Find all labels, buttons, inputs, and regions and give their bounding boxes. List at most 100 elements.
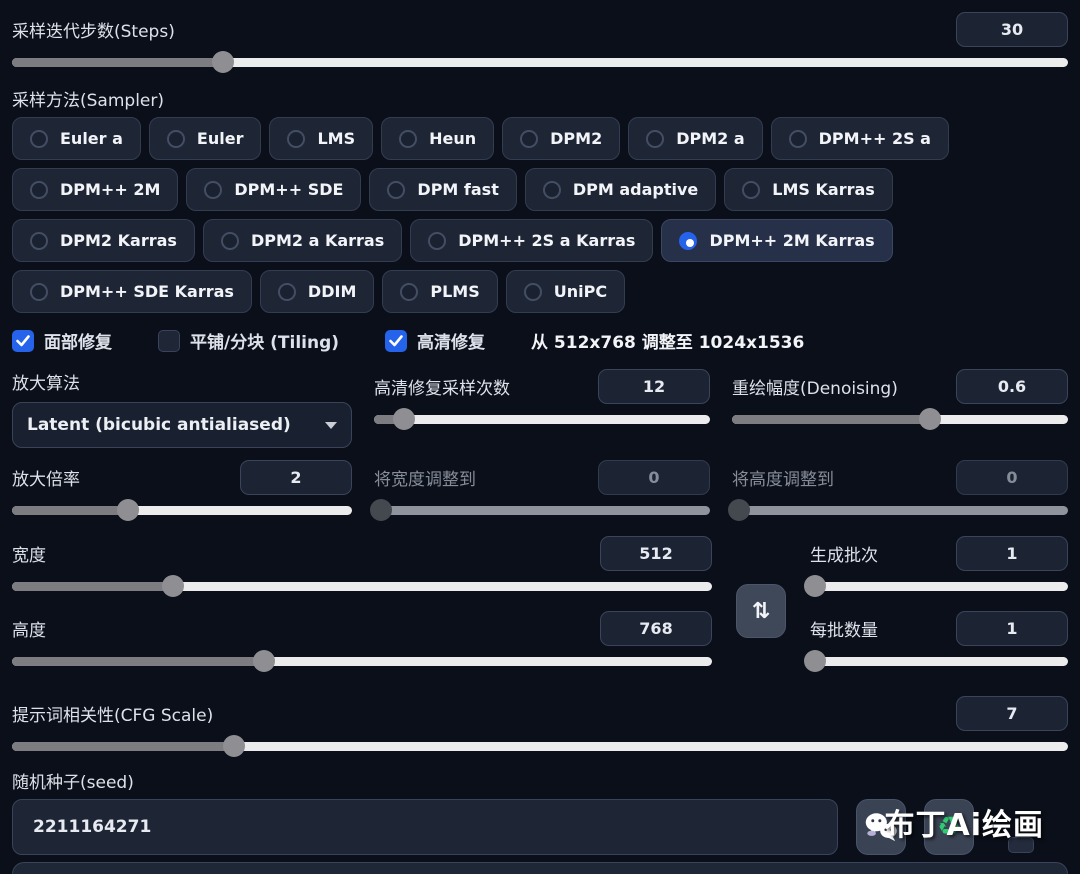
slider-thumb[interactable] <box>919 408 942 430</box>
batch-size-slider[interactable] <box>804 649 1068 673</box>
slider-track <box>810 657 1068 666</box>
slider-thumb[interactable] <box>393 408 416 430</box>
slider-thumb[interactable] <box>212 51 235 73</box>
radio-icon <box>30 282 48 301</box>
batch-count-label: 生成批次 <box>810 546 878 566</box>
radio-icon <box>30 180 48 199</box>
sampler-option-dpm-2m[interactable]: DPM++ 2M <box>12 168 179 211</box>
height-slider[interactable] <box>12 649 712 673</box>
steps-field: 采样迭代步数(Steps) 30 <box>12 12 1068 47</box>
radio-icon <box>220 231 239 250</box>
upscale-by-slider[interactable] <box>12 498 352 522</box>
sampler-option-unipc[interactable]: UniPC <box>505 270 626 313</box>
slider-thumb[interactable] <box>116 499 139 521</box>
sampler-option-label: DPM fast <box>417 180 499 199</box>
slider-thumb[interactable] <box>804 575 827 597</box>
slider-thumb[interactable] <box>804 650 827 672</box>
sampler-option-euler[interactable]: Euler <box>148 117 262 160</box>
checkbox-icon <box>12 329 34 352</box>
seed-label: 随机种子(seed) <box>12 773 134 793</box>
sampler-option-dpm-2m-karras[interactable]: DPM++ 2M Karras <box>661 219 893 262</box>
swap-dimensions-button[interactable]: ⇅ <box>736 584 786 638</box>
seed-input[interactable] <box>12 799 838 855</box>
sampler-option-plms[interactable]: PLMS <box>382 270 498 313</box>
hires-steps-slider[interactable] <box>374 407 710 431</box>
sampler-option-label: PLMS <box>430 282 480 301</box>
seed-extra-toggle[interactable] <box>1008 837 1034 853</box>
sampler-option-label: DPM++ 2M <box>60 180 161 199</box>
slider-fill <box>12 58 224 67</box>
radio-icon <box>166 129 185 148</box>
width-value-input[interactable]: 512 <box>600 536 712 571</box>
sampler-option-label: DPM2 a Karras <box>250 231 385 250</box>
resize-width-slider <box>369 498 710 522</box>
denoising-value-input[interactable]: 0.6 <box>956 369 1068 404</box>
slider-thumb <box>727 499 750 521</box>
reuse-seed-button[interactable]: ♻ <box>924 799 974 855</box>
radio-icon <box>523 282 542 301</box>
width-slider[interactable] <box>12 574 712 598</box>
sampler-option-heun[interactable]: Heun <box>381 117 495 160</box>
sampler-option-euler-a[interactable]: Euler a <box>12 117 141 160</box>
batch-size-field: 每批数量 1 <box>804 611 1068 673</box>
sampler-option-ddim[interactable]: DDIM <box>259 270 375 313</box>
batch-count-value-input[interactable]: 1 <box>956 536 1068 571</box>
sampler-option-lms[interactable]: LMS <box>269 117 374 160</box>
sampler-option-label: DPM++ 2S a Karras <box>458 231 636 250</box>
batch-size-value-input[interactable]: 1 <box>956 611 1068 646</box>
batch-count-slider[interactable] <box>804 574 1068 598</box>
sampler-option-label: LMS Karras <box>772 180 875 199</box>
upscaler-field: 放大算法 Latent (bicubic antialiased) <box>12 369 352 448</box>
cfg-value-input[interactable]: 7 <box>956 696 1068 731</box>
slider-thumb[interactable] <box>222 735 245 757</box>
sampler-option-dpm-fast[interactable]: DPM fast <box>369 168 517 211</box>
sampler-option-dpm-2s-a[interactable]: DPM++ 2S a <box>770 117 949 160</box>
checkbox-icon <box>158 329 180 352</box>
sampler-option-label: Euler a <box>60 129 123 148</box>
cfg-slider[interactable] <box>12 734 1068 758</box>
cfg-label: 提示词相关性(CFG Scale) <box>12 706 214 726</box>
sampler-option-label: DPM2 Karras <box>60 231 177 250</box>
sampler-option-dpm-sde[interactable]: DPM++ SDE <box>186 168 362 211</box>
slider-thumb[interactable] <box>253 650 275 672</box>
tiling-checkbox[interactable]: 平铺/分块 (Tiling) <box>158 328 339 353</box>
resize-height-field: 将高度调整到 0 <box>727 460 1068 522</box>
sampler-label: 采样方法(Sampler) <box>12 91 164 111</box>
sampler-option-dpm2[interactable]: DPM2 <box>502 117 621 160</box>
restore-faces-checkbox[interactable]: 面部修复 <box>12 328 112 353</box>
denoising-label: 重绘幅度(Denoising) <box>732 379 898 399</box>
radio-icon <box>30 231 48 250</box>
radio-icon <box>399 129 418 148</box>
denoising-slider[interactable] <box>732 407 1068 431</box>
radio-icon <box>742 180 761 199</box>
sampler-option-dpm2-a[interactable]: DPM2 a <box>628 117 763 160</box>
slider-thumb <box>369 499 392 521</box>
sampler-option-dpm-adaptive[interactable]: DPM adaptive <box>524 168 717 211</box>
upscale-by-label: 放大倍率 <box>12 470 80 490</box>
sampler-option-dpm2-a-karras[interactable]: DPM2 a Karras <box>202 219 403 262</box>
chevron-down-icon <box>325 421 337 429</box>
check-icon <box>16 334 30 346</box>
radio-selected-icon <box>679 231 698 250</box>
sampler-option-dpm-2s-a-karras[interactable]: DPM++ 2S a Karras <box>410 219 654 262</box>
steps-slider[interactable] <box>12 50 1068 74</box>
random-seed-button[interactable] <box>856 799 906 855</box>
seed-row: ♻ <box>12 799 1068 855</box>
height-value-input[interactable]: 768 <box>600 611 712 646</box>
resize-width-label: 将宽度调整到 <box>374 470 476 490</box>
steps-value-input[interactable]: 30 <box>956 12 1068 47</box>
radio-icon <box>277 282 296 301</box>
upscaler-label: 放大算法 <box>12 374 80 394</box>
sampler-option-dpm2-karras[interactable]: DPM2 Karras <box>12 219 195 262</box>
hires-fix-checkbox[interactable]: 高清修复 <box>385 328 485 353</box>
slider-thumb[interactable] <box>162 575 184 597</box>
upscaler-dropdown[interactable]: Latent (bicubic antialiased) <box>12 402 352 448</box>
sampler-option-dpm-sde-karras[interactable]: DPM++ SDE Karras <box>12 270 252 313</box>
radio-icon <box>428 231 447 250</box>
steps-label: 采样迭代步数(Steps) <box>12 22 175 42</box>
hires-steps-value-input[interactable]: 12 <box>598 369 710 404</box>
resize-width-value-input: 0 <box>598 460 710 495</box>
sampler-option-label: Heun <box>429 129 477 148</box>
upscale-by-value-input[interactable]: 2 <box>240 460 352 495</box>
sampler-option-lms-karras[interactable]: LMS Karras <box>724 168 893 211</box>
